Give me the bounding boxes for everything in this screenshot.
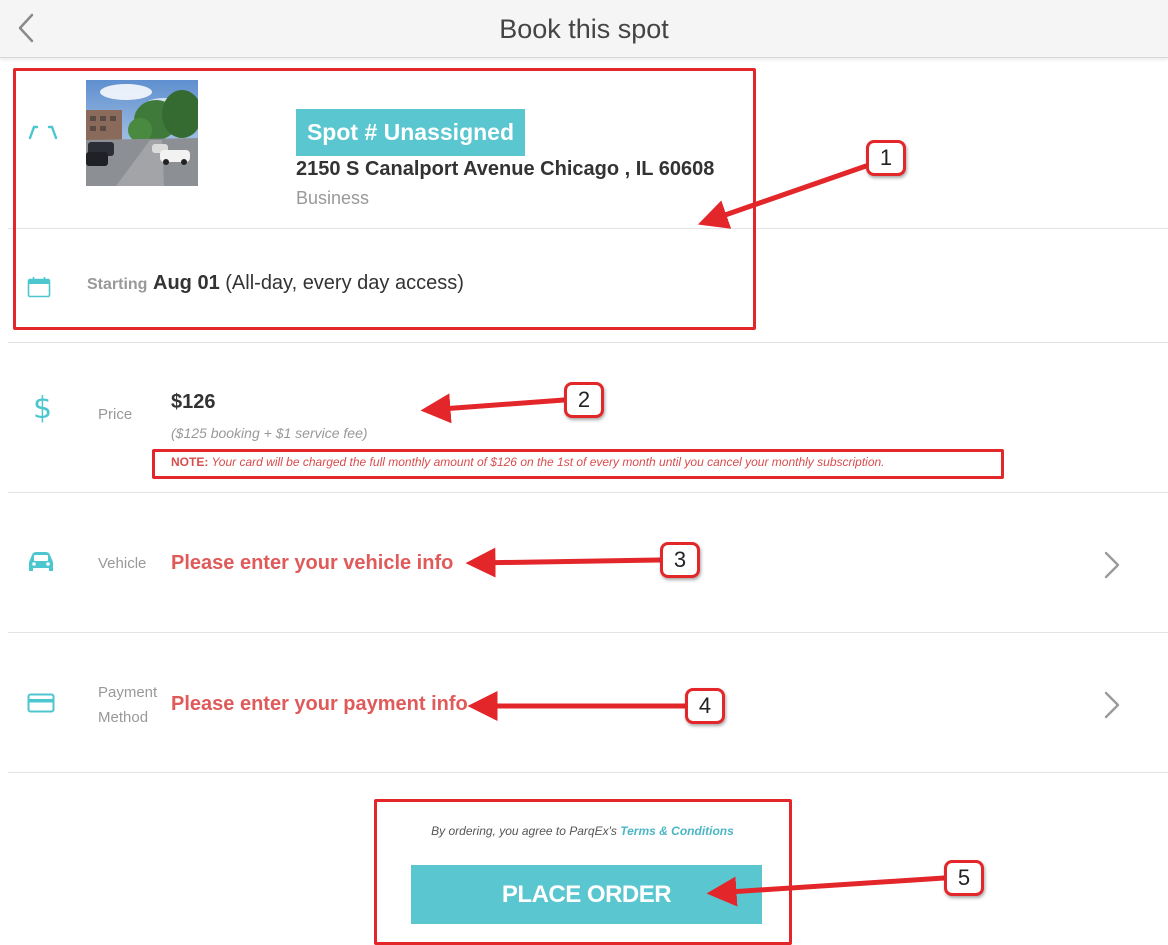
price-amount: $126 (171, 391, 216, 413)
start-date: Aug 01 (153, 272, 220, 294)
dollar-icon: $ (33, 391, 53, 426)
payment-label-line1: Payment (98, 684, 158, 701)
note-text: Your card will be charged the full month… (211, 455, 885, 469)
spot-photo (86, 80, 198, 186)
terms-text: By ordering, you agree to ParqEx's (431, 824, 617, 838)
annotation-badge-3: 3 (660, 542, 700, 578)
app-header: Book this spot (0, 0, 1168, 58)
chevron-right-icon[interactable] (1100, 549, 1124, 581)
annotation-badge-2: 2 (564, 382, 604, 418)
row-divider (8, 492, 1168, 493)
start-date-row: Starting Aug 01 (All-day, every day acce… (87, 272, 464, 295)
billing-note: NOTE: Your card will be charged the full… (171, 455, 885, 469)
row-divider (8, 342, 1168, 343)
place-order-button[interactable]: PLACE ORDER (411, 865, 762, 924)
access-description: (All-day, every day access) (225, 272, 464, 294)
calendar-icon (27, 277, 51, 298)
annotation-badge-5: 5 (944, 860, 984, 896)
parking-spot-icon (28, 125, 58, 140)
spot-address: 2150 S Canalport Avenue Chicago , IL 606… (296, 158, 715, 180)
spot-number-badge: Spot # Unassigned (296, 109, 525, 156)
vehicle-label: Vehicle (98, 555, 147, 572)
row-divider (8, 772, 1168, 773)
row-divider (8, 228, 1168, 229)
payment-label-line2: Method (98, 709, 149, 726)
price-breakdown: ($125 booking + $1 service fee) (171, 425, 368, 441)
terms-link[interactable]: Terms & Conditions (620, 824, 734, 838)
start-label: Starting (87, 276, 148, 293)
credit-card-icon (27, 693, 55, 713)
note-label: NOTE: (171, 455, 209, 469)
price-label: Price (98, 406, 133, 423)
vehicle-info-prompt[interactable]: Please enter your vehicle info (171, 552, 453, 575)
chevron-right-icon[interactable] (1100, 689, 1124, 721)
page-title: Book this spot (499, 14, 669, 44)
annotation-badge-1: 1 (866, 140, 906, 176)
row-divider (8, 632, 1168, 633)
car-icon (29, 552, 53, 571)
spot-type: Business (296, 188, 370, 208)
payment-info-prompt[interactable]: Please enter your payment info (171, 693, 468, 716)
terms-notice: By ordering, you agree to ParqEx's Terms… (375, 824, 790, 838)
annotation-badge-4: 4 (685, 688, 725, 724)
